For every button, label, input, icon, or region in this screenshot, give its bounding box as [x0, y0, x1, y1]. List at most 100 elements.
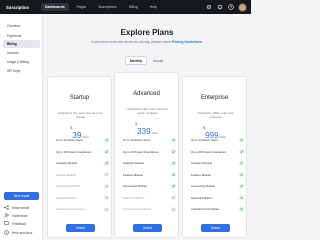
main-content: Explore Plans If you need more info abou…: [43, 14, 251, 240]
check-icon: [239, 149, 244, 154]
feature-label: Analytics Module: [56, 161, 78, 165]
plan-card-advanced: Advanced Optimal for 100+ team size and g…: [114, 72, 179, 238]
feature-label: Up to 10 Active Users: [123, 138, 150, 142]
feature-row: Accounting Module: [123, 183, 176, 189]
check-icon: [104, 160, 109, 166]
sidebar: Overview Payments Billing Invoices Usage…: [0, 14, 43, 240]
plan-description: Optimal for 100+ team size and grown com…: [127, 107, 168, 115]
feature-row: Unlimited Cloud Space: [191, 206, 244, 212]
sidebar-share[interactable]: Share dmds: [4, 204, 42, 211]
sidebar-item-payments[interactable]: Payments: [3, 32, 40, 40]
feature-row: Accounting Module: [191, 183, 244, 189]
feature-row: Network Platform: [123, 195, 176, 201]
feature-label: Finance Module: [56, 172, 76, 177]
cross-icon: [171, 195, 176, 200]
price-currency: $: [202, 125, 206, 130]
feature-label: Unlimited Cloud Space: [191, 207, 220, 211]
check-icon: [239, 160, 244, 166]
feature-row: Finance Module: [123, 172, 176, 178]
plan-card-enterprise: Enterprise Optimal for 1000+ team and ent…: [182, 76, 247, 238]
top-nav-bar: Suscription Dashboards Pages Suscription…: [0, 0, 251, 14]
price-currency: $: [70, 125, 73, 130]
feature-row: Up to 30 Project Integrations: [56, 149, 109, 155]
sidebar-help-label: Help and docs: [12, 230, 33, 235]
feature-row: Network Platform: [56, 195, 109, 201]
select-plan-button[interactable]: Select: [66, 224, 95, 232]
check-icon: [239, 172, 244, 177]
feature-row: Unlimited Cloud Space: [56, 206, 109, 212]
sidebar-item-overview[interactable]: Overview: [3, 22, 40, 30]
share-icon: [4, 205, 9, 210]
sidebar-item-invoices[interactable]: Invoices: [3, 49, 40, 57]
feature-row: Up to 30 Project Integrations: [123, 149, 176, 155]
user-avatar[interactable]: [238, 2, 247, 12]
price-period: / Mon: [150, 131, 159, 135]
new-report-button[interactable]: New report: [4, 192, 39, 200]
settings-icon[interactable]: [204, 2, 214, 12]
check-icon: [239, 183, 244, 189]
feature-label: Finance Module: [191, 172, 211, 177]
billing-period-toggle: Monthly Annual: [125, 56, 172, 65]
tab-suscriptions[interactable]: Suscriptions: [94, 3, 120, 11]
feature-label: Network Platform: [56, 195, 78, 200]
top-nav-tabs: Dashboards Pages Suscriptions Billing He…: [41, 3, 165, 11]
page-subtitle: If you need more info about our pricing,…: [43, 40, 251, 44]
check-icon: [171, 160, 176, 166]
feature-row: Up to 10 Active Users: [191, 137, 244, 143]
top-icons: [203, 2, 247, 12]
user-plus-icon: [4, 213, 9, 218]
toggle-monthly[interactable]: Monthly: [125, 56, 147, 65]
cross-icon: [171, 206, 176, 212]
sidebar-item-billing[interactable]: Billing: [3, 40, 40, 48]
feature-row: Up to 10 Active Users: [56, 137, 109, 143]
pricing-guidelines-link[interactable]: Pricing Guidelines: [172, 40, 202, 44]
sidebar-feedback-label: Feedback: [12, 221, 26, 226]
tab-help[interactable]: Help: [146, 3, 161, 11]
sidebar-invite[interactable]: Invite team: [4, 212, 42, 219]
feature-label: Up to 30 Project Integrations: [123, 149, 159, 154]
sidebar-feedback[interactable]: Feedback: [4, 220, 42, 227]
check-icon: [171, 137, 176, 143]
price-amount: 339: [137, 127, 151, 136]
help-circle-icon: [4, 230, 9, 235]
check-icon: [171, 149, 176, 154]
check-icon: [171, 172, 176, 177]
tab-dashboards[interactable]: Dashboards: [41, 3, 69, 11]
plan-description: Optimal for 10+ team size and new startu…: [58, 111, 103, 119]
feature-row: Finance Module: [191, 172, 244, 178]
tab-pages[interactable]: Pages: [73, 3, 91, 11]
feature-label: Network Platform: [123, 195, 145, 200]
select-plan-button[interactable]: Select: [201, 224, 230, 232]
feature-label: Accounting Module: [56, 184, 80, 188]
subtitle-end: .: [201, 40, 203, 44]
app-brand[interactable]: Suscription: [6, 5, 38, 10]
cross-icon: [104, 206, 109, 212]
feature-label: Up to 10 Active Users: [56, 138, 83, 142]
feature-label: Finance Module: [123, 172, 143, 177]
feature-row: Analytics Module: [123, 160, 176, 166]
feature-row: Network Platform: [191, 195, 244, 201]
feature-label: Unlimited Cloud Space: [56, 207, 85, 211]
plan-description: Optimal for 1000+ team and enterpise: [197, 111, 234, 119]
feature-row: Analytics Module: [191, 160, 244, 166]
check-icon: [239, 206, 244, 212]
plan-name: Startup: [69, 95, 90, 101]
plan-name: Enterprise: [200, 95, 229, 101]
check-icon: [104, 137, 109, 143]
toggle-annual[interactable]: Annual: [147, 56, 169, 65]
plan-card-startup: Startup Optimal for 10+ team size and new…: [47, 76, 112, 238]
sidebar-item-api-keys[interactable]: API Keys: [3, 67, 40, 75]
feature-label: Up to 30 Project Integrations: [56, 149, 92, 154]
bell-icon[interactable]: [215, 2, 225, 12]
feature-label: Network Platform: [191, 195, 213, 200]
feature-row: Accounting Module: [56, 183, 109, 189]
tab-billing[interactable]: Billing: [125, 3, 142, 11]
feature-label: Analytics Module: [191, 161, 213, 165]
sidebar-item-usage-billing[interactable]: Usage & Billing: [3, 58, 40, 66]
sidebar-help[interactable]: Help and docs: [4, 229, 42, 236]
plan-name: Advanced: [133, 91, 160, 97]
help-icon[interactable]: [226, 2, 236, 12]
select-plan-button[interactable]: Select: [133, 224, 162, 232]
subtitle-text: If you need more info about our pricing,…: [91, 40, 172, 44]
cross-icon: [104, 172, 109, 177]
